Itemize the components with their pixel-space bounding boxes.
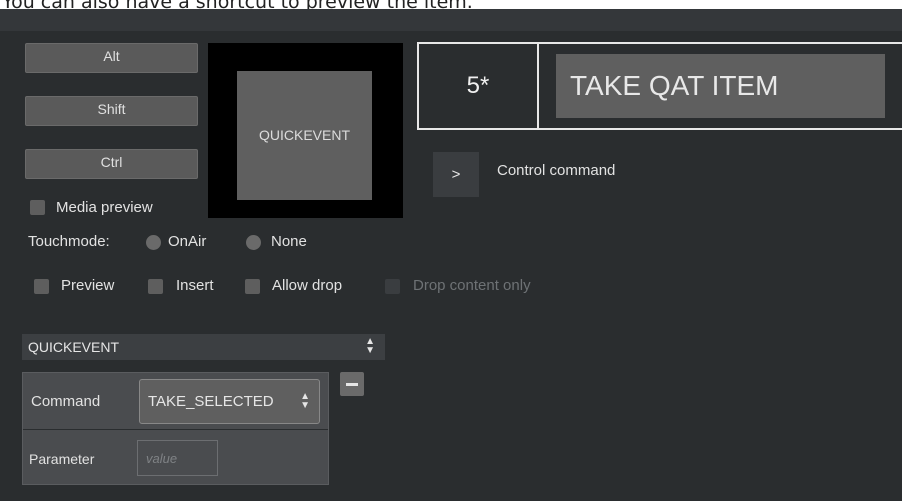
- control-command-label: Control command: [497, 162, 616, 179]
- preview-label: Preview: [61, 277, 115, 294]
- parameter-label: Parameter: [29, 451, 95, 467]
- shortcut-key[interactable]: 5*: [419, 44, 537, 128]
- preview-checkbox[interactable]: [34, 279, 49, 294]
- media-preview-label: Media preview: [56, 199, 153, 216]
- remove-command-button[interactable]: [340, 372, 364, 396]
- command-label: Command: [31, 393, 101, 410]
- allow-drop-label: Allow drop: [272, 277, 343, 294]
- drop-content-only-checkbox[interactable]: [385, 279, 400, 294]
- command-select-value: TAKE_SELECTED: [148, 393, 274, 410]
- panel-header-strip: [0, 9, 902, 31]
- control-command-arrow-button[interactable]: >: [433, 152, 479, 197]
- touchmode-onair-radio[interactable]: [146, 235, 161, 250]
- command-down-arrow-icon: ▼: [300, 400, 310, 411]
- touchmode-none-label: None: [271, 233, 307, 250]
- quickevent-preview-tile[interactable]: QUICKEVENT: [237, 71, 372, 200]
- preview-frame: QUICKEVENT: [208, 43, 403, 218]
- insert-checkbox[interactable]: [148, 279, 163, 294]
- minus-icon: [346, 383, 358, 386]
- touchmode-onair-label: OnAir: [168, 233, 207, 250]
- media-preview-checkbox[interactable]: [30, 200, 45, 215]
- event-type-select[interactable]: QUICKEVENT ▲ ▼: [22, 334, 385, 360]
- insert-label: Insert: [176, 277, 214, 294]
- table-row-divider: [23, 429, 328, 430]
- drop-content-only-label: Drop content only: [413, 277, 531, 294]
- caption-text: You can also have a shortcut to preview …: [2, 0, 473, 13]
- shortcut-divider: [537, 44, 539, 128]
- shortcut-display: 5* TAKE QAT ITEM: [417, 42, 902, 130]
- select-down-arrow-icon: ▼: [365, 345, 375, 356]
- touchmode-none-radio[interactable]: [246, 235, 261, 250]
- shortcut-command-name[interactable]: TAKE QAT ITEM: [556, 54, 885, 118]
- alt-modifier-button[interactable]: Alt: [25, 43, 198, 73]
- allow-drop-checkbox[interactable]: [245, 279, 260, 294]
- command-select[interactable]: TAKE_SELECTED ▲ ▼: [139, 379, 320, 424]
- shift-modifier-button[interactable]: Shift: [25, 96, 198, 126]
- parameter-input[interactable]: [137, 440, 218, 476]
- event-type-value: QUICKEVENT: [28, 339, 120, 355]
- command-parameter-table: Command TAKE_SELECTED ▲ ▼ Parameter: [22, 372, 329, 485]
- ctrl-modifier-button[interactable]: Ctrl: [25, 149, 198, 179]
- touchmode-label: Touchmode:: [28, 233, 110, 250]
